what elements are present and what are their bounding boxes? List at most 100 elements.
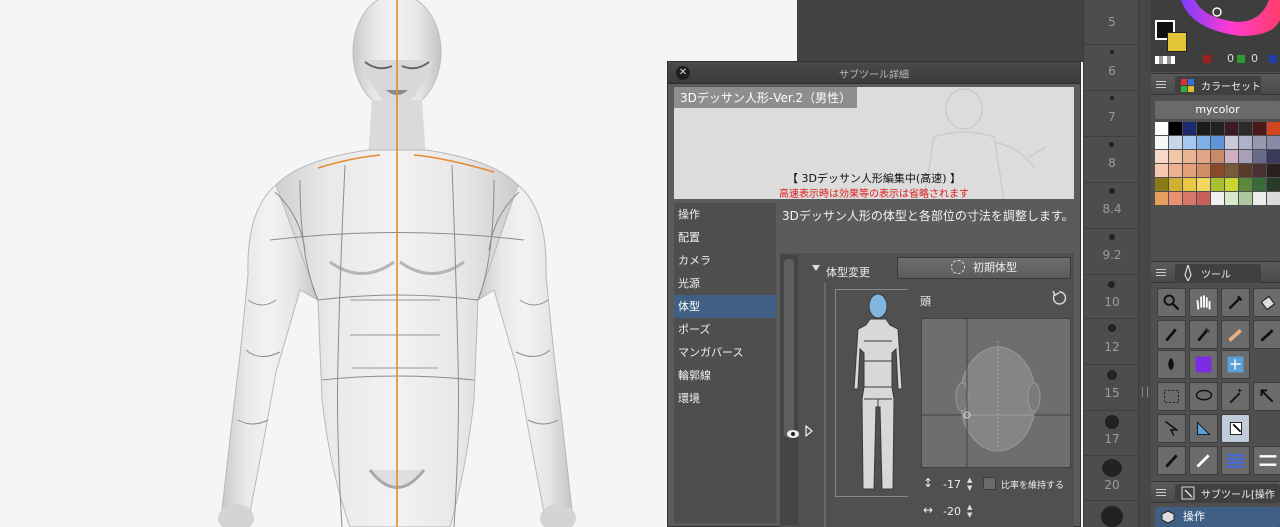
collapse-triangle-icon[interactable] <box>812 265 820 273</box>
palette-menu-icon[interactable] <box>1156 489 1166 496</box>
operation-tool-button[interactable] <box>1221 414 1250 443</box>
palette-menu-icon[interactable] <box>1156 81 1166 88</box>
properties-scrollbar[interactable] <box>780 255 800 525</box>
color-swatch[interactable] <box>1225 192 1238 205</box>
color-swatch[interactable] <box>1225 150 1238 163</box>
color-swatch[interactable] <box>1253 192 1266 205</box>
fill-tool-button[interactable] <box>1253 288 1280 317</box>
color-swatch[interactable] <box>1225 136 1238 149</box>
color-swatch[interactable] <box>1225 178 1238 191</box>
color-swatch[interactable] <box>1211 192 1224 205</box>
brush-size-6[interactable]: 6 <box>1084 64 1140 78</box>
gradient-tool-button[interactable] <box>1221 446 1250 475</box>
color-swatch[interactable] <box>1267 178 1280 191</box>
color-wheel-area[interactable]: 0 0 <box>1151 0 1280 72</box>
brush-size-7[interactable]: 7 <box>1084 110 1140 124</box>
brush-size-17[interactable]: 17 <box>1084 432 1140 446</box>
color-swatch[interactable] <box>1211 122 1224 135</box>
color-swatch[interactable] <box>1197 164 1210 177</box>
color-swatch[interactable] <box>1253 122 1266 135</box>
sub-color-swatch[interactable] <box>1167 32 1187 52</box>
palette-menu-icon[interactable] <box>1156 269 1166 276</box>
brush-size-8[interactable]: 8 <box>1084 156 1140 170</box>
eye-icon[interactable] <box>786 429 800 439</box>
color-swatch[interactable] <box>1239 192 1252 205</box>
color-swatch[interactable] <box>1267 192 1280 205</box>
category-body-type[interactable]: 体型 <box>674 295 776 318</box>
object-tool-button[interactable] <box>1157 414 1186 443</box>
color-swatch[interactable] <box>1253 150 1266 163</box>
head-outline-graphic[interactable] <box>922 319 1071 468</box>
color-swatch[interactable] <box>1267 150 1280 163</box>
color-swatch[interactable] <box>1155 150 1168 163</box>
eyedropper-tool-button[interactable] <box>1221 288 1250 317</box>
reset-body-type-button[interactable]: 初期体型 <box>897 257 1071 279</box>
color-swatch[interactable] <box>1183 150 1196 163</box>
color-swatch[interactable] <box>1239 122 1252 135</box>
panel-titlebar[interactable]: ✕ サブツール詳細 <box>668 62 1080 84</box>
brush-size-12[interactable]: 12 <box>1084 340 1140 354</box>
move-tool-button[interactable] <box>1253 382 1280 411</box>
scrollbar-thumb[interactable] <box>784 259 794 437</box>
color-swatch-grid[interactable] <box>1155 122 1280 206</box>
color-swatch[interactable] <box>1155 136 1168 149</box>
brush-size-8-4[interactable]: 8.4 <box>1084 202 1140 216</box>
color-swatch[interactable] <box>1211 136 1224 149</box>
blend-tool-button[interactable] <box>1157 350 1186 379</box>
pencil-tool-button[interactable] <box>1189 320 1218 349</box>
color-swatch[interactable] <box>1239 164 1252 177</box>
color-swatch[interactable] <box>1169 192 1182 205</box>
color-fill-button[interactable] <box>1189 350 1218 379</box>
color-swatch[interactable] <box>1197 122 1210 135</box>
color-swatch[interactable] <box>1253 136 1266 149</box>
color-swatch[interactable] <box>1211 150 1224 163</box>
color-swatch[interactable] <box>1183 164 1196 177</box>
brush-size-15[interactable]: 15 <box>1084 386 1140 400</box>
brush-size-20[interactable]: 20 <box>1084 478 1140 492</box>
category-manga-perspective[interactable]: マンガパース <box>674 341 776 364</box>
category-environment[interactable]: 環境 <box>674 387 776 410</box>
color-swatch[interactable] <box>1169 150 1182 163</box>
color-swatch[interactable] <box>1197 150 1210 163</box>
color-swatch[interactable] <box>1183 178 1196 191</box>
width-spinner[interactable]: ▲ ▼ <box>967 503 972 519</box>
color-swatch[interactable] <box>1267 164 1280 177</box>
category-pose[interactable]: ポーズ <box>674 318 776 341</box>
color-swatch[interactable] <box>1155 192 1168 205</box>
airbrush-tool-button[interactable] <box>1253 320 1280 349</box>
color-set-select[interactable]: mycolor <box>1155 101 1280 119</box>
correction-tool-button[interactable] <box>1189 446 1218 475</box>
brush-tool-button[interactable] <box>1221 320 1250 349</box>
color-swatch[interactable] <box>1253 164 1266 177</box>
ruler-tool-button[interactable] <box>1189 414 1218 443</box>
color-swatch[interactable] <box>1155 178 1168 191</box>
color-swatch[interactable] <box>1267 136 1280 149</box>
height-value[interactable]: -17 <box>943 478 961 491</box>
color-swatch[interactable] <box>1155 122 1168 135</box>
zoom-tool-button[interactable] <box>1157 288 1186 317</box>
color-swatch[interactable] <box>1197 136 1210 149</box>
color-swatch[interactable] <box>1183 136 1196 149</box>
color-swatch[interactable] <box>1239 136 1252 149</box>
subtool-item-operation[interactable]: 操作 <box>1155 507 1280 527</box>
pen-sub-tool-button[interactable] <box>1157 446 1186 475</box>
body-part-selector[interactable] <box>846 289 910 497</box>
color-swatch[interactable] <box>1197 178 1210 191</box>
magic-wand-button[interactable] <box>1221 382 1250 411</box>
selection-tool-button[interactable] <box>1157 382 1186 411</box>
height-spinner[interactable]: ▲ ▼ <box>967 476 972 492</box>
pen-tool-button[interactable] <box>1157 320 1186 349</box>
category-placement[interactable]: 配置 <box>674 226 776 249</box>
color-swatch[interactable] <box>1267 122 1280 135</box>
color-swatch[interactable] <box>1225 164 1238 177</box>
color-swatch[interactable] <box>1169 136 1182 149</box>
category-camera[interactable]: カメラ <box>674 249 776 272</box>
color-swatch[interactable] <box>1169 178 1182 191</box>
color-swatch[interactable] <box>1239 150 1252 163</box>
color-swatch[interactable] <box>1183 192 1196 205</box>
category-outline[interactable]: 輪郭線 <box>674 364 776 387</box>
head-shape-editor[interactable] <box>921 318 1071 468</box>
width-value[interactable]: -20 <box>943 505 961 518</box>
keep-ratio-checkbox[interactable] <box>983 477 996 490</box>
brush-size-5[interactable]: 5 <box>1084 15 1140 29</box>
